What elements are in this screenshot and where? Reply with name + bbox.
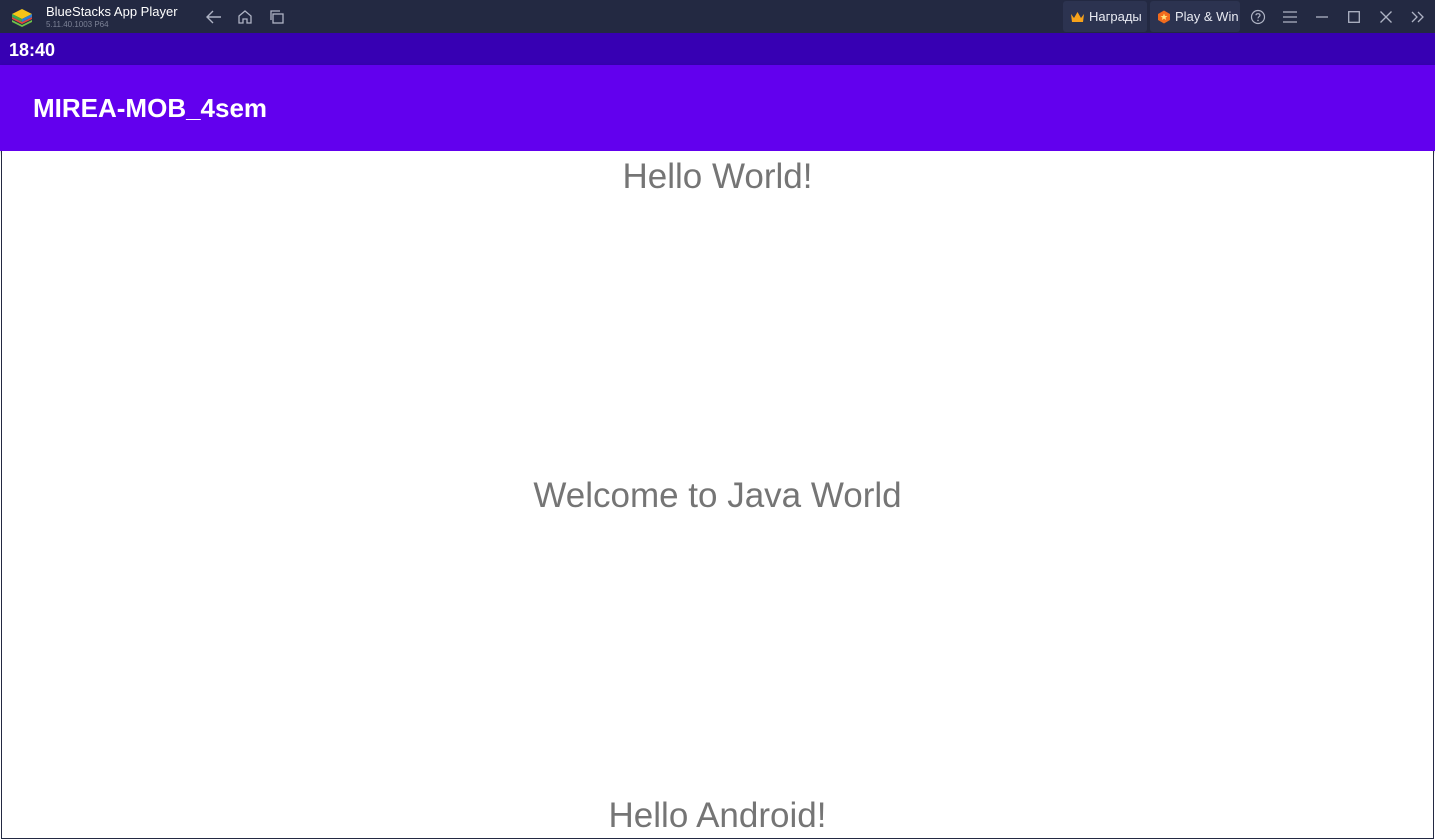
app-bar-title: MIREA-MOB_4sem xyxy=(33,93,268,123)
crown-icon xyxy=(1070,9,1085,25)
rewards-label: Награды xyxy=(1089,9,1142,24)
welcome-text: Welcome to Java World xyxy=(533,476,902,515)
hello-android-text: Hello Android! xyxy=(608,796,827,835)
title-bar: BlueStacks App Player 5.11.40.1003 P64 Н… xyxy=(0,0,1435,33)
sidebar-toggle-icon[interactable] xyxy=(1406,0,1430,33)
status-time: 18:40 xyxy=(9,40,56,60)
play-win-label: Play & Win xyxy=(1175,9,1239,24)
close-icon[interactable] xyxy=(1374,0,1398,33)
back-arrow-icon[interactable] xyxy=(202,0,226,33)
menu-icon[interactable] xyxy=(1278,0,1302,33)
app-bar: MIREA-MOB_4sem xyxy=(0,65,1435,151)
app-version: 5.11.40.1003 P64 xyxy=(46,20,109,29)
play-win-button[interactable]: Play & Win xyxy=(1150,1,1240,32)
maximize-icon[interactable] xyxy=(1342,0,1366,33)
hello-world-text: Hello World! xyxy=(622,157,813,196)
app-title: BlueStacks App Player xyxy=(46,4,178,19)
bluestacks-window: BlueStacks App Player 5.11.40.1003 P64 Н… xyxy=(0,0,1435,840)
minimize-icon[interactable] xyxy=(1310,0,1334,33)
rewards-button[interactable]: Награды xyxy=(1063,1,1147,32)
main-content: Hello World! Welcome to Java World Hello… xyxy=(1,151,1434,839)
play-win-badge-icon xyxy=(1157,9,1171,25)
help-icon[interactable] xyxy=(1246,0,1270,33)
android-status-bar: 18:40 xyxy=(0,33,1435,65)
home-icon[interactable] xyxy=(233,0,257,33)
recent-apps-icon[interactable] xyxy=(265,0,289,33)
bluestacks-logo-icon xyxy=(12,9,32,27)
